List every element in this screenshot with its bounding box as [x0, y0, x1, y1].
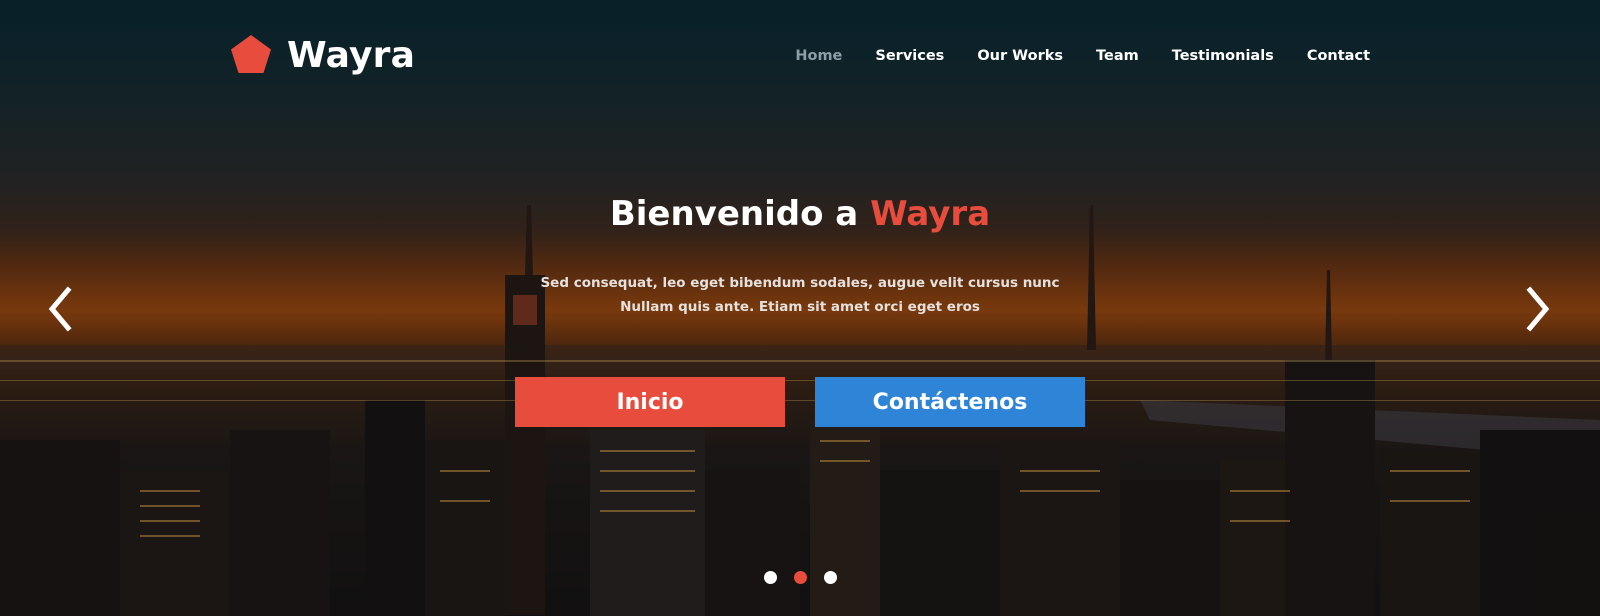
hero-title-prefix: Bienvenido a — [609, 194, 871, 234]
nav-item-team[interactable]: Team — [1096, 48, 1139, 64]
pentagon-icon — [231, 35, 271, 73]
chevron-left-icon[interactable] — [44, 284, 78, 334]
nav-item-testimonials[interactable]: Testimonials — [1172, 48, 1274, 64]
site-header: Wayra Home Services Our Works Team Testi… — [0, 0, 1600, 110]
carousel-dot-2[interactable] — [794, 571, 807, 584]
brand-name: Wayra — [287, 34, 416, 76]
carousel-indicators — [764, 571, 837, 584]
carousel-dot-1[interactable] — [764, 571, 777, 584]
hero-title: Bienvenido a Wayra — [0, 194, 1600, 234]
nav-item-contact[interactable]: Contact — [1307, 48, 1370, 64]
hero-subtitle: Sed consequat, leo eget bibendum sodales… — [0, 271, 1600, 319]
hero-subtitle-line-2: Nullam quis ante. Etiam sit amet orci eg… — [620, 299, 980, 315]
carousel-dot-3[interactable] — [824, 571, 837, 584]
chevron-right-icon[interactable] — [1520, 284, 1554, 334]
hero-subtitle-line-1: Sed consequat, leo eget bibendum sodales… — [540, 275, 1060, 291]
hero-title-accent: Wayra — [870, 194, 991, 234]
inicio-button[interactable]: Inicio — [515, 377, 785, 427]
brand-logo[interactable]: Wayra — [229, 33, 415, 77]
contact-button[interactable]: Contáctenos — [815, 377, 1085, 427]
main-nav: Home Services Our Works Team Testimonial… — [795, 48, 1370, 64]
nav-item-our-works[interactable]: Our Works — [977, 48, 1063, 64]
nav-item-home[interactable]: Home — [795, 48, 842, 64]
hero-section: Wayra Home Services Our Works Team Testi… — [0, 0, 1600, 616]
nav-item-services[interactable]: Services — [875, 48, 944, 64]
